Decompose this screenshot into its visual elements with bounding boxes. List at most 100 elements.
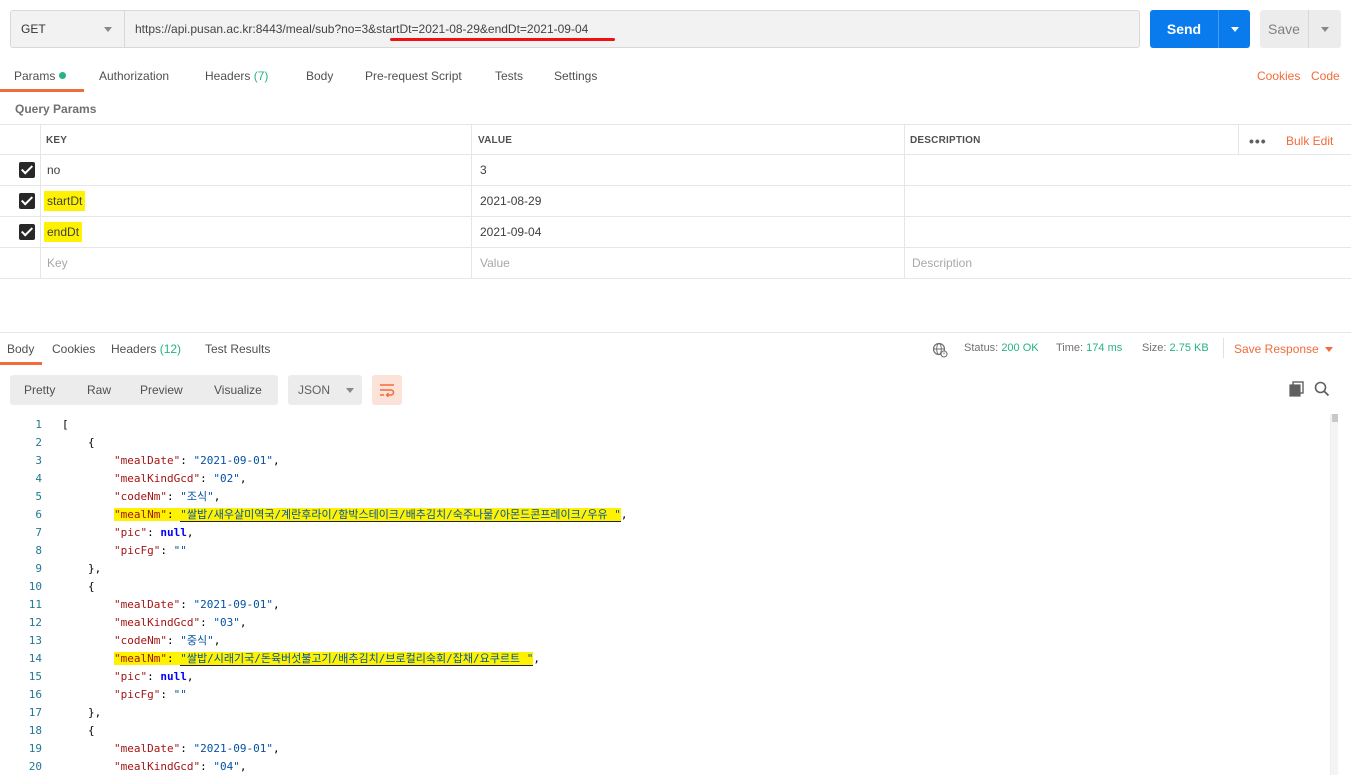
- param-key[interactable]: no: [47, 155, 60, 185]
- code-text: "mealKindGcd": "02",: [114, 471, 247, 485]
- column-key: KEY: [46, 134, 68, 146]
- param-key[interactable]: startDt: [44, 186, 86, 216]
- code-text: [: [62, 417, 69, 431]
- code-text: "pic": null,: [114, 669, 194, 683]
- table-row: no 3: [0, 155, 1351, 186]
- tab-settings[interactable]: Settings: [554, 69, 597, 83]
- code-text: "mealNm": "쌀밥/새우살미역국/계란후라이/함박스테이크/배추김치/숙…: [114, 508, 628, 522]
- scrollbar-thumb[interactable]: [1332, 414, 1338, 422]
- status-readout: Status: 200 OK: [964, 342, 1039, 354]
- param-value[interactable]: 3: [480, 155, 487, 185]
- params-active-dot: [59, 72, 67, 79]
- tab-params[interactable]: Params: [14, 69, 67, 83]
- code-text: {: [88, 435, 95, 449]
- param-value[interactable]: 2021-09-04: [480, 217, 541, 247]
- save-response-button[interactable]: Save Response: [1234, 342, 1333, 356]
- size-readout: Size: 2.75 KB: [1142, 342, 1209, 354]
- format-toggle: Pretty Raw Preview Visualize: [10, 375, 278, 405]
- code-text: "mealDate": "2021-09-01",: [114, 597, 280, 611]
- response-tabs: Body Cookies Headers (12) Test Results S…: [0, 332, 1351, 365]
- save-button[interactable]: Save: [1260, 10, 1341, 48]
- code-text: {: [88, 723, 95, 737]
- code-link[interactable]: Code: [1311, 69, 1340, 83]
- tab-response-cookies[interactable]: Cookies: [52, 342, 95, 356]
- line-number: 2: [35, 435, 42, 449]
- row-checkbox[interactable]: [19, 224, 35, 240]
- chevron-down-icon: [346, 387, 355, 393]
- code-line: 8 "picFg": "": [0, 541, 1320, 559]
- code-line: 17},: [0, 703, 1320, 721]
- line-number: 16: [28, 687, 42, 701]
- send-button[interactable]: Send: [1150, 10, 1250, 48]
- code-line: 1[: [0, 415, 1320, 433]
- save-response-label: Save Response: [1234, 342, 1319, 356]
- save-label: Save: [1268, 21, 1300, 37]
- line-number: 19: [28, 741, 42, 755]
- code-line: 4 "mealKindGcd": "02",: [0, 469, 1320, 487]
- globe-icon[interactable]: [932, 342, 948, 358]
- tab-headers-label: Headers: [205, 69, 251, 83]
- language-select[interactable]: JSON: [288, 375, 362, 405]
- param-key-text: no: [47, 163, 61, 177]
- tab-test-results[interactable]: Test Results: [205, 342, 270, 356]
- editor-scrollbar[interactable]: [1330, 414, 1338, 775]
- param-key-text: endDt: [44, 222, 83, 242]
- row-checkbox[interactable]: [19, 193, 35, 209]
- line-number: 12: [28, 615, 42, 629]
- save-dropdown-button[interactable]: [1308, 10, 1341, 48]
- highlight-annotation: "mealNm": "쌀밥/시래기국/돈육버섯불고기/배추김치/브로컬리숙회/잡…: [114, 652, 534, 666]
- size-label: Size:: [1142, 342, 1167, 354]
- response-body-editor[interactable]: 1[2{3 "mealDate": "2021-09-01", 4 "mealKind…: [0, 415, 1330, 775]
- more-options-icon[interactable]: •••: [1249, 133, 1267, 149]
- code-text: },: [88, 561, 102, 575]
- param-key[interactable]: endDt: [44, 217, 83, 247]
- line-number: 9: [35, 561, 42, 575]
- tab-response-body[interactable]: Body: [7, 342, 34, 356]
- tab-response-headers[interactable]: Headers (12): [111, 342, 181, 356]
- search-icon[interactable]: [1314, 381, 1330, 397]
- line-number: 7: [35, 525, 42, 539]
- status-value: 200 OK: [1001, 342, 1039, 354]
- table-row: endDt 2021-09-04: [0, 217, 1351, 248]
- code-text: "mealNm": "쌀밥/시래기국/돈육버섯불고기/배추김치/브로컬리숙회/잡…: [114, 652, 540, 666]
- request-bar: GET https://api.pusan.ac.kr:8443/meal/su…: [10, 10, 1140, 48]
- visualize-button[interactable]: Visualize: [214, 383, 262, 397]
- code-text: "mealDate": "2021-09-01",: [114, 741, 280, 755]
- copy-icon[interactable]: [1289, 381, 1305, 397]
- code-line: 9},: [0, 559, 1320, 577]
- key-input[interactable]: Key: [47, 248, 68, 278]
- code-line: 15 "pic": null,: [0, 667, 1320, 685]
- row-checkbox[interactable]: [19, 162, 35, 178]
- pretty-button[interactable]: Pretty: [24, 383, 55, 397]
- code-line: 20 "mealKindGcd": "04",: [0, 757, 1320, 775]
- code-line: 2{: [0, 433, 1320, 451]
- raw-button[interactable]: Raw: [87, 383, 111, 397]
- code-line: 11 "mealDate": "2021-09-01",: [0, 595, 1320, 613]
- line-number: 14: [28, 651, 42, 665]
- send-dropdown-button[interactable]: [1218, 10, 1250, 48]
- param-value-text: 2021-09-04: [480, 225, 542, 239]
- param-value[interactable]: 2021-08-29: [480, 186, 541, 216]
- tab-prerequest-script[interactable]: Pre-request Script: [365, 69, 462, 83]
- status-label: Status:: [964, 342, 999, 354]
- wrap-lines-button[interactable]: [372, 375, 402, 405]
- preview-button[interactable]: Preview: [140, 383, 183, 397]
- description-input[interactable]: Description: [912, 248, 972, 278]
- line-number: 6: [35, 507, 42, 521]
- request-tabs: Params Authorization Headers (7) Body Pr…: [0, 62, 1351, 92]
- value-input[interactable]: Value: [480, 248, 510, 278]
- line-number: 4: [35, 471, 42, 485]
- bulk-edit-link[interactable]: Bulk Edit: [1286, 134, 1333, 148]
- param-key-text: startDt: [44, 191, 86, 211]
- tab-headers[interactable]: Headers (7): [205, 69, 268, 83]
- active-tab-indicator: [0, 362, 42, 365]
- cookies-link[interactable]: Cookies: [1257, 69, 1300, 83]
- red-underline-annotation: [390, 38, 615, 41]
- tab-body[interactable]: Body: [306, 69, 333, 83]
- method-select[interactable]: GET: [11, 11, 125, 47]
- code-text: },: [88, 705, 102, 719]
- table-header-row: KEY VALUE DESCRIPTION ••• Bulk Edit: [0, 124, 1351, 155]
- url-input[interactable]: https://api.pusan.ac.kr:8443/meal/sub?no…: [125, 11, 1139, 47]
- tab-tests[interactable]: Tests: [495, 69, 523, 83]
- tab-authorization[interactable]: Authorization: [99, 69, 169, 83]
